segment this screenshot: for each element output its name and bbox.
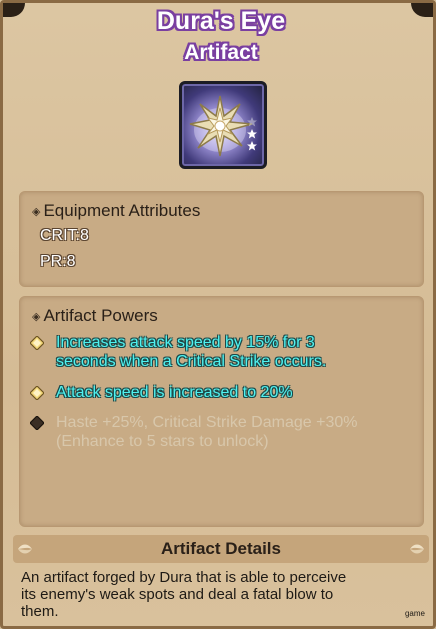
power-3-line-1: Haste +25%, Critical Strike Damage +30% xyxy=(56,414,358,431)
artifact-details-header: Artifact Details xyxy=(13,535,429,563)
description-line-3: them. xyxy=(21,603,59,620)
equipment-attributes-heading: Equipment Attributes xyxy=(43,201,201,220)
description-line-1: An artifact forged by Dura that is able … xyxy=(21,569,347,586)
power-1-line-2: seconds when a Critical Strike occurs. xyxy=(56,353,327,370)
crown-star-artifact-icon xyxy=(179,81,267,169)
power-item-1: Increases attack speed by 15% for 3 seco… xyxy=(30,333,410,371)
attribute-pr: PR:8 xyxy=(40,253,76,270)
leaf-ornament-icon xyxy=(410,544,424,554)
star-rating xyxy=(247,117,257,151)
artifact-description: An artifact forged by Dura that is able … xyxy=(21,569,421,620)
gold-diamond-icon xyxy=(30,336,44,350)
power-1-line-1: Increases attack speed by 15% for 3 xyxy=(56,334,315,351)
artifact-powers-heading: Artifact Powers xyxy=(43,306,158,325)
power-3-line-2: (Enhance to 5 stars to unlock) xyxy=(56,433,269,450)
power-2-line-1: Attack speed is increased to 20% xyxy=(56,384,293,401)
artifact-tooltip-panel: Dura's Eye Artifact ◈ Equipment Attribut… xyxy=(0,0,436,629)
artifact-details-heading: Artifact Details xyxy=(161,539,281,558)
artifact-category: Artifact xyxy=(184,41,258,64)
equipment-attributes-section: ◈ Equipment Attributes CRIT:8 PR:8 xyxy=(19,191,424,287)
dark-diamond-icon xyxy=(30,416,44,430)
diamond-bullet-icon: ◈ xyxy=(32,205,41,218)
power-item-3-locked: Haste +25%, Critical Strike Damage +30% … xyxy=(30,413,410,451)
attribute-crit: CRIT:8 xyxy=(40,227,89,244)
power-item-2: Attack speed is increased to 20% xyxy=(30,383,410,402)
description-line-2: its enemy's weak spots and deal a fatal … xyxy=(21,586,334,603)
artifact-name: Dura's Eye xyxy=(156,7,286,35)
diamond-bullet-icon: ◈ xyxy=(32,310,41,323)
gold-diamond-icon xyxy=(30,386,44,400)
artifact-powers-section: ◈ Artifact Powers Increases attack speed… xyxy=(19,296,424,527)
watermark-text: game xyxy=(404,609,425,618)
